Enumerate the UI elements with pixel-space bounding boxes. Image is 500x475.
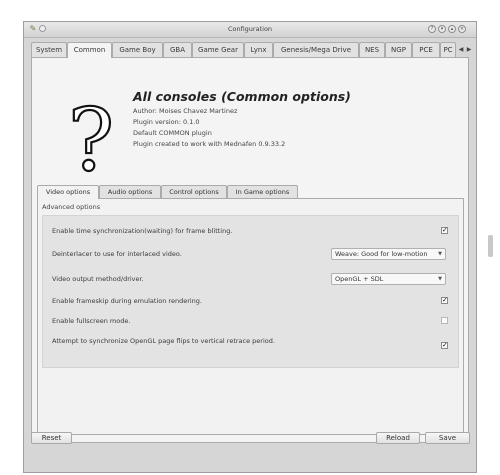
reload-button[interactable]: Reload	[376, 432, 420, 444]
tab-nes[interactable]: NES	[359, 42, 385, 57]
chevron-down-icon: ▼	[438, 276, 442, 282]
tab-pce[interactable]: PCE	[412, 42, 440, 57]
video-options-panel: Advanced options Enable time synchroniza…	[37, 198, 464, 435]
help-icon[interactable]: ?	[428, 25, 436, 33]
chevron-down-icon: ▼	[438, 251, 442, 257]
option-label-frameskip: Enable frameskip during emulation render…	[52, 297, 202, 305]
checkbox-fullscreen[interactable]	[441, 317, 448, 324]
plugin-title: All consoles (Common options)	[133, 89, 351, 104]
option-label-vsync: Attempt to synchronize OpenGL page flips…	[52, 337, 275, 345]
group-label: Advanced options	[42, 203, 101, 211]
minimize-icon[interactable]: ▾	[438, 25, 446, 33]
option-label-time-sync: Enable time synchronization(waiting) for…	[52, 227, 233, 235]
tab-pc[interactable]: PC	[440, 42, 456, 57]
tab-gba[interactable]: GBA	[163, 42, 192, 57]
tab-video-options[interactable]: Video options	[37, 185, 99, 199]
tab-ngp[interactable]: NGP	[385, 42, 412, 57]
plugin-author: Author: Moises Chavez Martinez	[133, 107, 238, 115]
tab-system[interactable]: System	[31, 42, 67, 57]
tab-control-options[interactable]: Control options	[161, 185, 227, 198]
close-icon[interactable]: ×	[458, 25, 466, 33]
tab-audio-options[interactable]: Audio options	[99, 185, 161, 198]
plugin-version: Plugin version: 0.1.0	[133, 118, 200, 126]
save-button[interactable]: Save	[425, 432, 470, 444]
video-driver-select[interactable]: OpenGL + SDL ▼	[331, 273, 446, 285]
pin-icon[interactable]	[39, 25, 46, 32]
reset-button[interactable]: Reset	[31, 432, 72, 444]
tab-common[interactable]: Common	[67, 42, 112, 58]
app-icon: ✎	[29, 24, 37, 33]
tab-game-gear[interactable]: Game Gear	[192, 42, 244, 57]
console-tabs: System Common Game Boy GBA Game Gear Lyn…	[31, 42, 473, 58]
deinterlacer-select-value: Weave: Good for low-motion	[335, 250, 428, 258]
option-label-deinterlacer: Deinterlacer to use for interlaced video…	[52, 250, 182, 258]
tab-lynx[interactable]: Lynx	[244, 42, 273, 57]
tab-game-boy[interactable]: Game Boy	[112, 42, 163, 57]
checkbox-time-sync[interactable]: ✓	[441, 227, 448, 234]
background-scrollbar[interactable]	[488, 235, 493, 257]
common-options-panel: ? All consoles (Common options) Author: …	[31, 57, 469, 443]
deinterlacer-select[interactable]: Weave: Good for low-motion ▼	[331, 248, 446, 260]
tab-scroll-right-icon[interactable]: ▶	[465, 44, 473, 55]
checkbox-vsync[interactable]: ✓	[441, 342, 448, 349]
tab-scroll-left-icon[interactable]: ◀	[457, 44, 465, 55]
checkbox-frameskip[interactable]: ✓	[441, 297, 448, 304]
option-tabs: Video options Audio options Control opti…	[37, 185, 337, 199]
plugin-default: Default COMMON plugin	[133, 129, 212, 137]
window-title: Configuration	[227, 25, 273, 33]
tab-genesis-mega-drive[interactable]: Genesis/Mega Drive	[273, 42, 359, 57]
advanced-options-group: Enable time synchronization(waiting) for…	[42, 215, 459, 368]
plugin-question-mark-icon: ?	[67, 91, 115, 191]
option-label-fullscreen: Enable fullscreen mode.	[52, 317, 131, 325]
configuration-window: ✎ Configuration ? ▾ ▴ × System Common Ga…	[23, 21, 477, 473]
plugin-created: Plugin created to work with Mednafen 0.9…	[133, 140, 286, 148]
option-label-video-driver: Video output method/driver.	[52, 275, 144, 283]
title-bar: ✎ Configuration ? ▾ ▴ ×	[24, 22, 476, 38]
maximize-icon[interactable]: ▴	[448, 25, 456, 33]
video-driver-select-value: OpenGL + SDL	[335, 275, 384, 283]
tab-in-game-options[interactable]: In Game options	[227, 185, 298, 198]
